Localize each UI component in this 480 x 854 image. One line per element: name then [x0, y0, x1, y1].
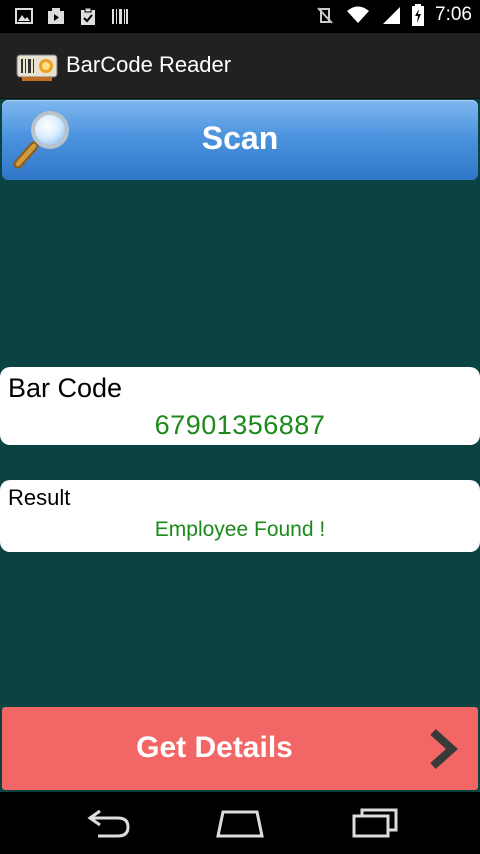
video-icon [48, 8, 64, 24]
screen: 7:06 BarCode Reader Scan Bar Code 679013… [0, 0, 480, 854]
navigation-bar [0, 792, 480, 854]
barcode-scanner-icon [16, 54, 58, 81]
barcode-value: 67901356887 [154, 410, 326, 440]
get-details-label: Get Details [136, 731, 293, 764]
wifi-icon [347, 6, 370, 23]
vibrate-off-icon [317, 7, 333, 24]
signal-icon [383, 7, 401, 24]
get-details-button[interactable]: Get Details [2, 707, 478, 790]
app-title: BarCode Reader [66, 52, 232, 77]
notification-icons [14, 6, 130, 26]
result-value: Employee Found ! [154, 518, 326, 541]
scan-button-label: Scan [201, 120, 279, 156]
barcode-icon [112, 9, 128, 24]
recent-apps-icon[interactable] [350, 806, 400, 840]
barcode-label: Bar Code [8, 373, 123, 403]
home-icon[interactable] [215, 806, 265, 840]
status-time: 7:06 [435, 4, 472, 25]
back-icon[interactable] [82, 806, 132, 840]
clipboard-check-icon [81, 7, 95, 25]
battery-charging-icon [412, 4, 425, 26]
barcode-card: Bar Code 67901356887 [0, 367, 480, 445]
result-card: Result Employee Found ! [0, 480, 480, 552]
status-bar: 7:06 [0, 0, 480, 33]
chevron-right-icon [430, 729, 458, 769]
action-bar: BarCode Reader [0, 33, 480, 99]
gallery-icon [15, 8, 33, 24]
scan-button[interactable]: Scan [2, 100, 478, 180]
result-label: Result [8, 485, 71, 510]
system-icons: 7:06 [315, 4, 472, 26]
